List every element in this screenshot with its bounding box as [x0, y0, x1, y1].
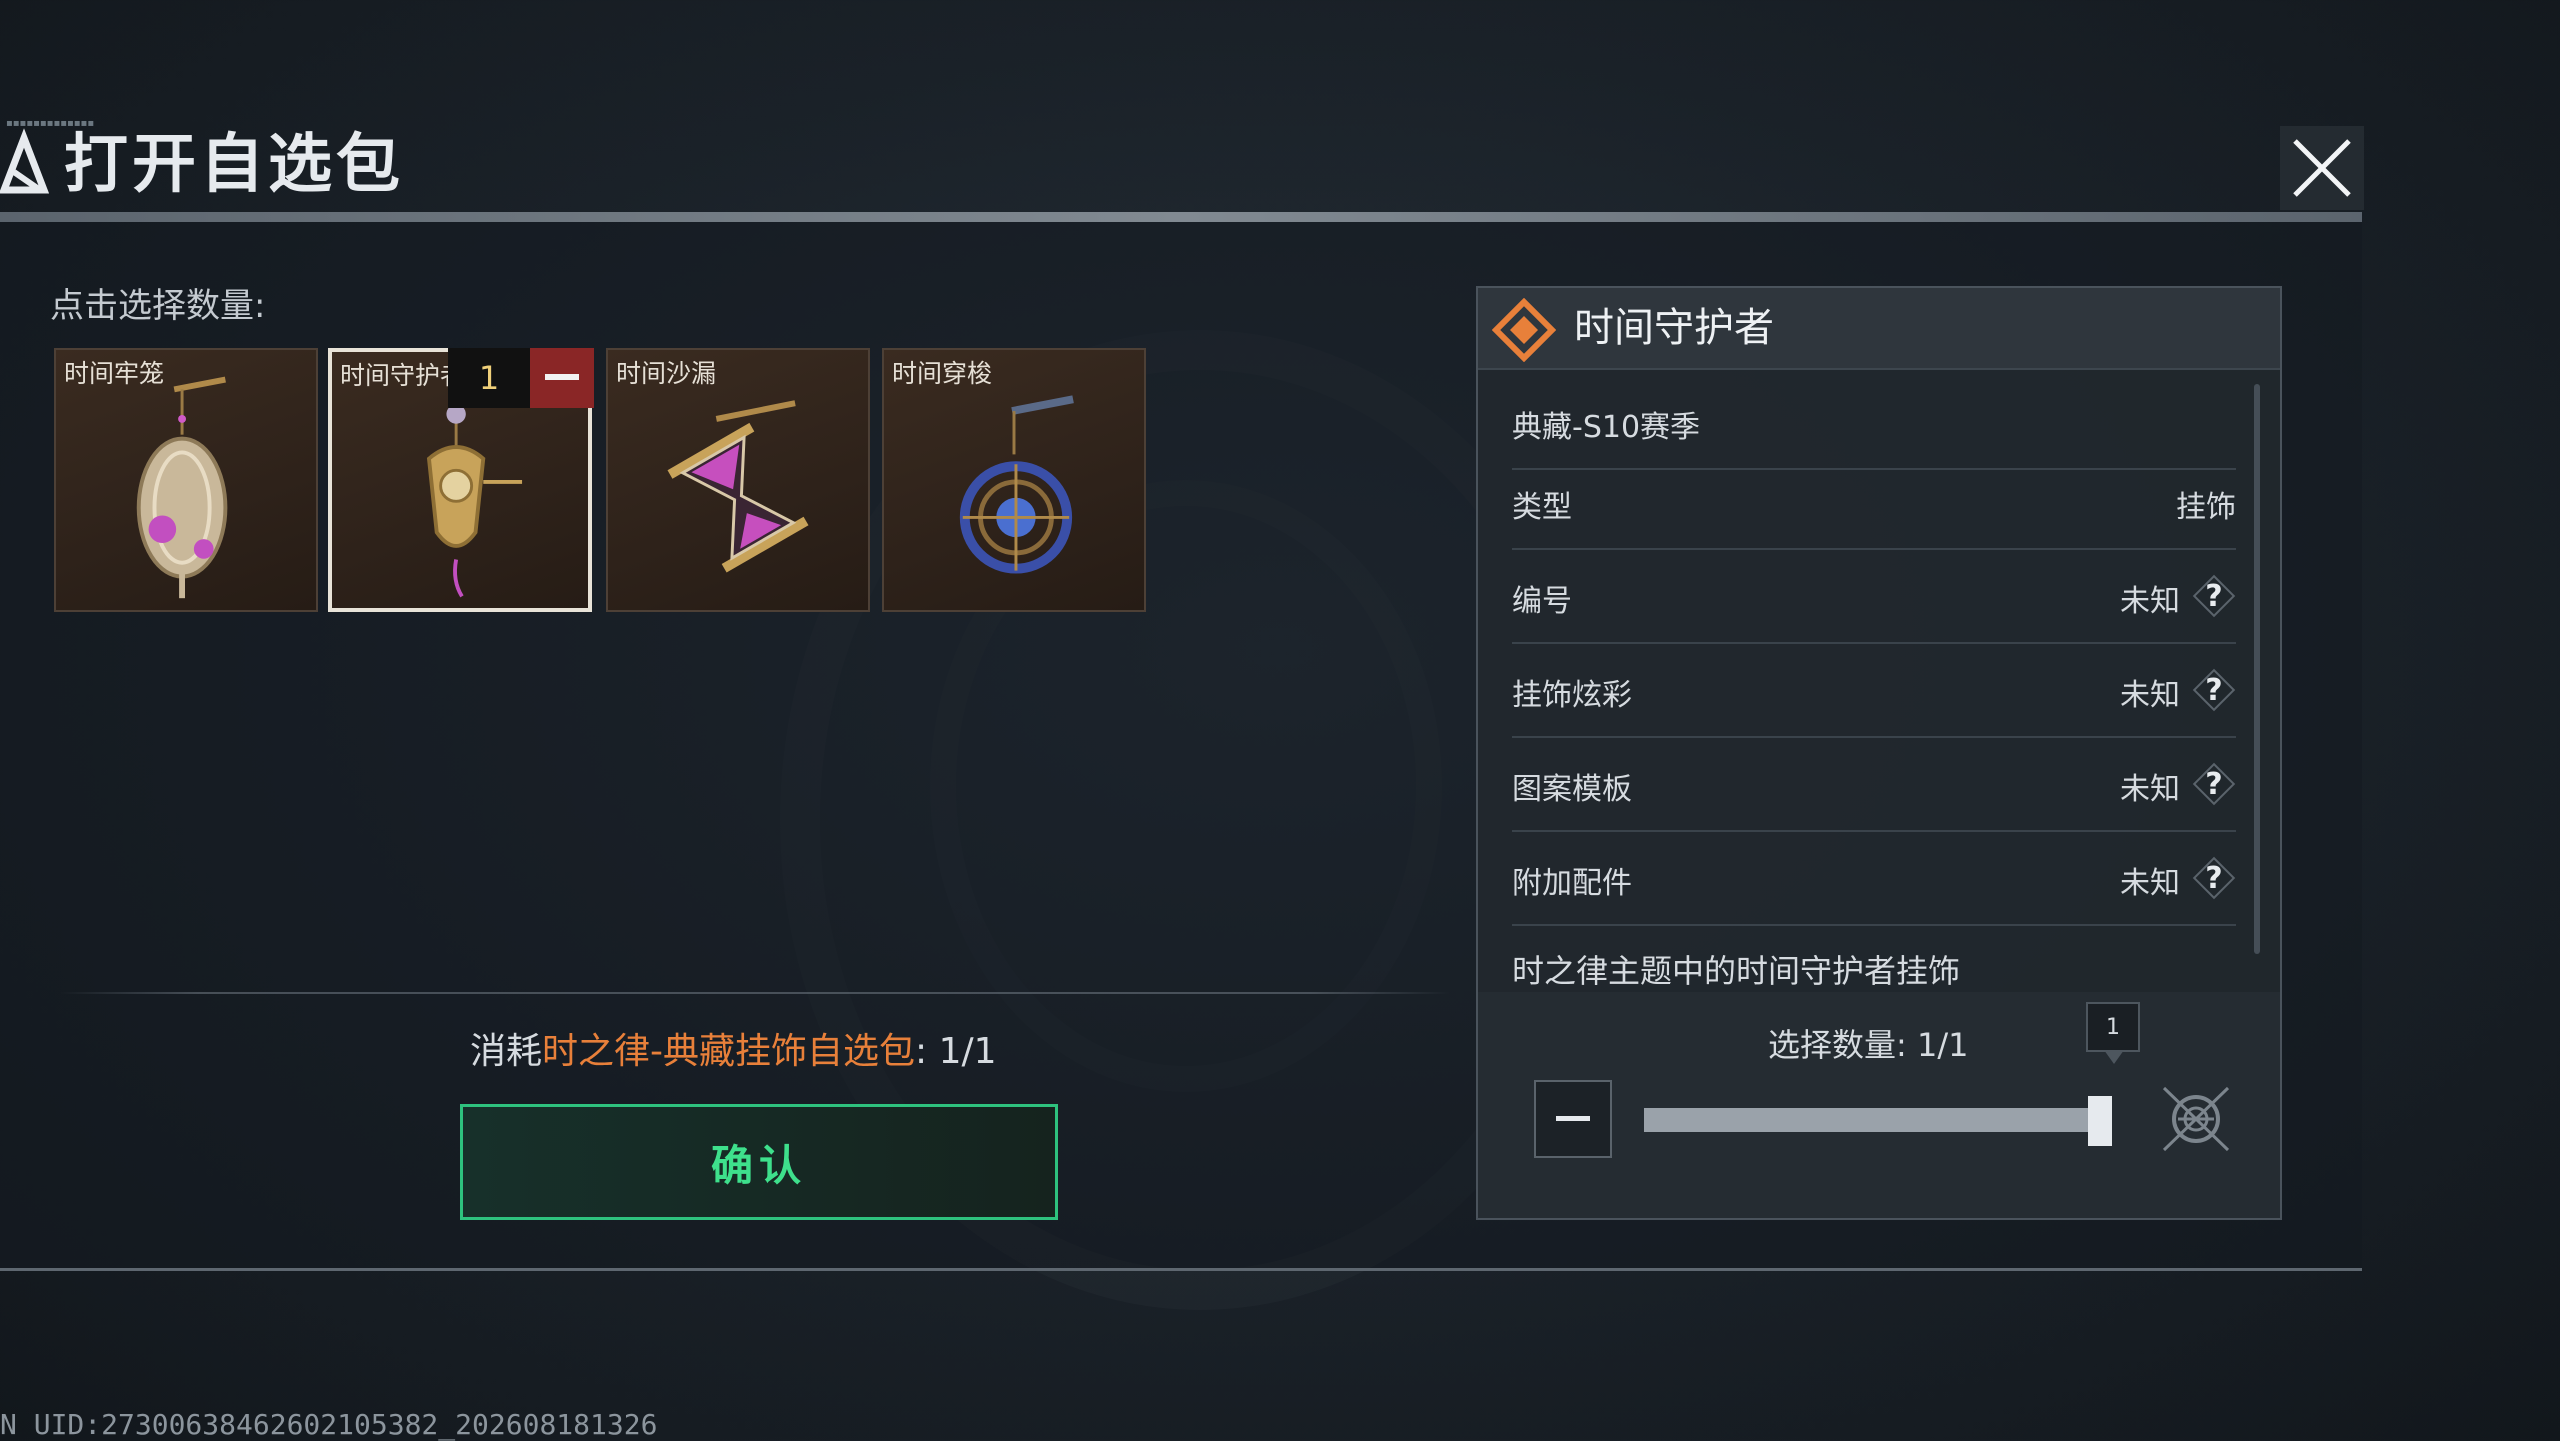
minus-icon	[1556, 1116, 1590, 1121]
dialog-title: 打开自选包	[64, 128, 404, 202]
close-button[interactable]	[2280, 126, 2364, 210]
attr-row-color: 挂饰炫彩 未知 ?	[1512, 644, 2236, 738]
slider-bubble-tail	[2104, 1050, 2124, 1064]
select-hint: 点击选择数量:	[50, 286, 266, 326]
item-name: 时间守护者	[340, 361, 466, 390]
confirm-button[interactable]: 确认	[460, 1104, 1058, 1220]
item-detail-panel: 时间守护者 典藏-S10赛季 类型 挂饰 编号 未知 ? 挂饰炫彩 未知 ? 图…	[1476, 286, 2282, 1220]
title-divider	[0, 212, 2362, 222]
attr-value: 未知	[2120, 772, 2180, 807]
attr-label: 编号	[1512, 584, 1572, 619]
detail-header: 时间守护者	[1478, 288, 2280, 370]
slider-fill	[1644, 1108, 2100, 1132]
max-target-icon	[2162, 1086, 2230, 1152]
help-icon: ?	[2205, 766, 2223, 802]
help-button[interactable]: ?	[2192, 856, 2236, 900]
select-count-label: 选择数量: 1/1	[1768, 1026, 1969, 1064]
slider-handle[interactable]	[2088, 1096, 2112, 1146]
item-name: 时间沙漏	[616, 359, 717, 388]
attr-row-type: 类型 挂饰	[1512, 468, 2236, 550]
item-card-time-travel[interactable]: 时间穿梭	[882, 348, 1146, 612]
help-button[interactable]: ?	[2192, 574, 2236, 618]
attr-value: 未知	[2120, 584, 2180, 619]
help-button[interactable]: ?	[2192, 668, 2236, 712]
item-card-time-cage[interactable]: 时间牢笼	[54, 348, 318, 612]
item-name: 时间穿梭	[892, 359, 993, 388]
rarity-diamond-icon	[1492, 298, 1556, 362]
attr-value: 未知	[2120, 678, 2180, 713]
slider-value-bubble: 1	[2086, 1002, 2140, 1052]
season-row: 典藏-S10赛季	[1512, 376, 2236, 470]
help-icon: ?	[2205, 578, 2223, 614]
attr-label: 类型	[1512, 490, 1572, 525]
help-button[interactable]: ?	[2192, 762, 2236, 806]
item-card-time-hourglass[interactable]: 时间沙漏	[606, 348, 870, 612]
help-icon: ?	[2205, 860, 2223, 896]
detail-scrollbar[interactable]	[2254, 384, 2260, 954]
game-logo-icon	[0, 128, 50, 194]
close-icon	[2293, 139, 2351, 197]
attr-label: 挂饰炫彩	[1512, 678, 1632, 713]
max-quantity-button[interactable]	[2148, 1080, 2244, 1158]
selected-count-badge: 1	[448, 348, 530, 408]
item-decrement-button[interactable]	[530, 348, 594, 408]
help-icon: ?	[2205, 672, 2223, 708]
attr-row-accessory: 附加配件 未知 ?	[1512, 832, 2236, 926]
consume-count: : 1/1	[915, 1031, 997, 1072]
attr-value: 未知	[2120, 866, 2180, 901]
item-name: 时间牢笼	[64, 359, 165, 388]
attr-row-number: 编号 未知 ?	[1512, 550, 2236, 644]
consume-item-name: 时之律-典藏挂饰自选包	[542, 1031, 916, 1072]
item-description: 时之律主题中的时间守护者挂饰	[1512, 952, 1961, 986]
consume-text: 消耗时之律-典藏挂饰自选包: 1/1	[470, 1022, 997, 1074]
quantity-slider[interactable]	[1644, 1108, 2100, 1132]
attr-row-pattern: 图案模板 未知 ?	[1512, 738, 2236, 832]
attr-value: 挂饰	[2176, 490, 2236, 525]
quantity-decrement-button[interactable]	[1534, 1080, 1612, 1158]
attr-label: 图案模板	[1512, 772, 1632, 807]
season-label: 典藏-S10赛季	[1512, 410, 1701, 445]
user-uid: N UID:27300638462602105382_202608181326	[0, 1408, 658, 1441]
minus-icon	[545, 374, 579, 380]
detail-title: 时间守护者	[1574, 305, 1774, 351]
consume-prefix: 消耗	[470, 1031, 543, 1072]
attr-label: 附加配件	[1512, 866, 1632, 901]
section-divider	[60, 992, 1450, 994]
